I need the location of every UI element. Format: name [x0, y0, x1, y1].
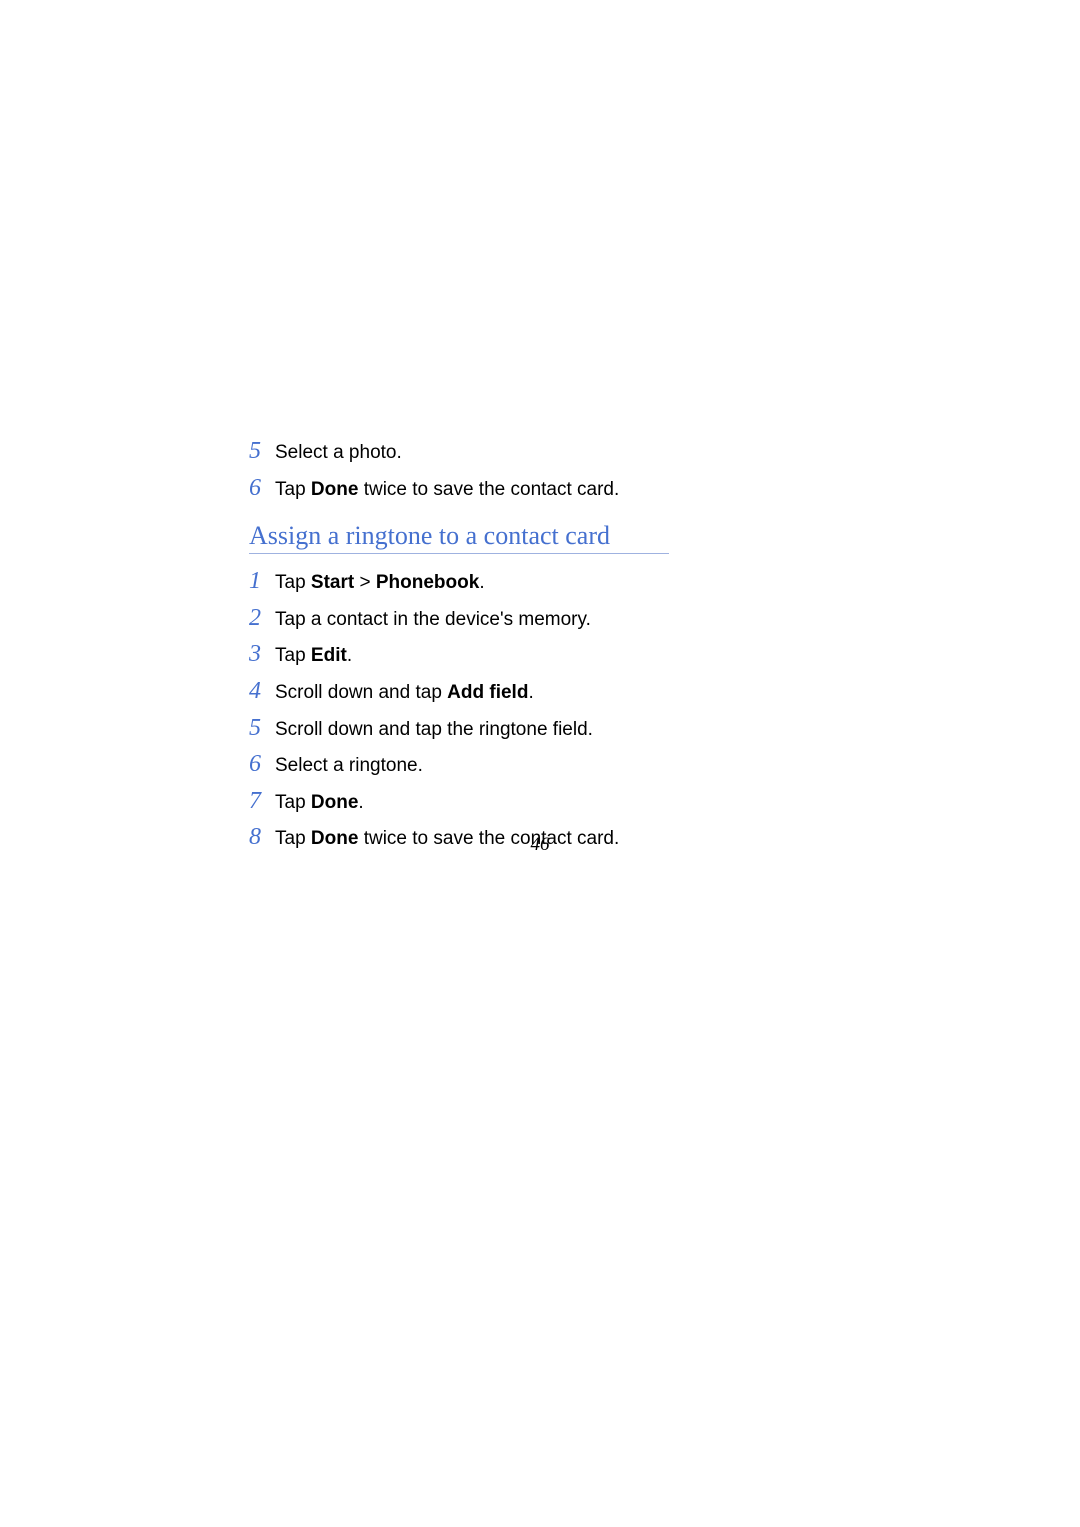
step-text: Scroll down and tap Add field. — [275, 680, 534, 707]
step-text: Tap Edit. — [275, 643, 352, 670]
step-number: 2 — [249, 605, 275, 632]
step-number: 5 — [249, 715, 275, 742]
step-text: Tap Done. — [275, 790, 364, 817]
step-number: 3 — [249, 641, 275, 668]
step-line: 6Select a ringtone. — [249, 751, 809, 780]
section2-steps: 1Tap Start > Phonebook.2Tap a contact in… — [249, 568, 809, 853]
step-line: 7Tap Done. — [249, 788, 809, 817]
step-text: Select a photo. — [275, 440, 402, 467]
step-number: 6 — [249, 475, 275, 502]
page-number: 46 — [0, 834, 1080, 856]
step-line: 1Tap Start > Phonebook. — [249, 568, 809, 597]
section-rule — [249, 553, 669, 554]
step-number: 7 — [249, 788, 275, 815]
step-text: Scroll down and tap the ringtone field. — [275, 717, 593, 744]
section-heading: Assign a ringtone to a contact card — [249, 521, 809, 551]
step-line: 2Tap a contact in the device's memory. — [249, 605, 809, 634]
step-number: 6 — [249, 751, 275, 778]
step-text: Select a ringtone. — [275, 753, 423, 780]
section1-steps: 5Select a photo.6Tap Done twice to save … — [249, 438, 809, 503]
step-line: 3Tap Edit. — [249, 641, 809, 670]
manual-page: 5Select a photo.6Tap Done twice to save … — [249, 438, 809, 861]
step-text: Tap Done twice to save the contact card. — [275, 477, 619, 504]
step-number: 4 — [249, 678, 275, 705]
step-text: Tap Start > Phonebook. — [275, 570, 485, 597]
step-line: 4Scroll down and tap Add field. — [249, 678, 809, 707]
step-line: 5Scroll down and tap the ringtone field. — [249, 715, 809, 744]
step-number: 1 — [249, 568, 275, 595]
step-text: Tap a contact in the device's memory. — [275, 607, 591, 634]
step-line: 5Select a photo. — [249, 438, 809, 467]
step-line: 6Tap Done twice to save the contact card… — [249, 475, 809, 504]
step-number: 5 — [249, 438, 275, 465]
